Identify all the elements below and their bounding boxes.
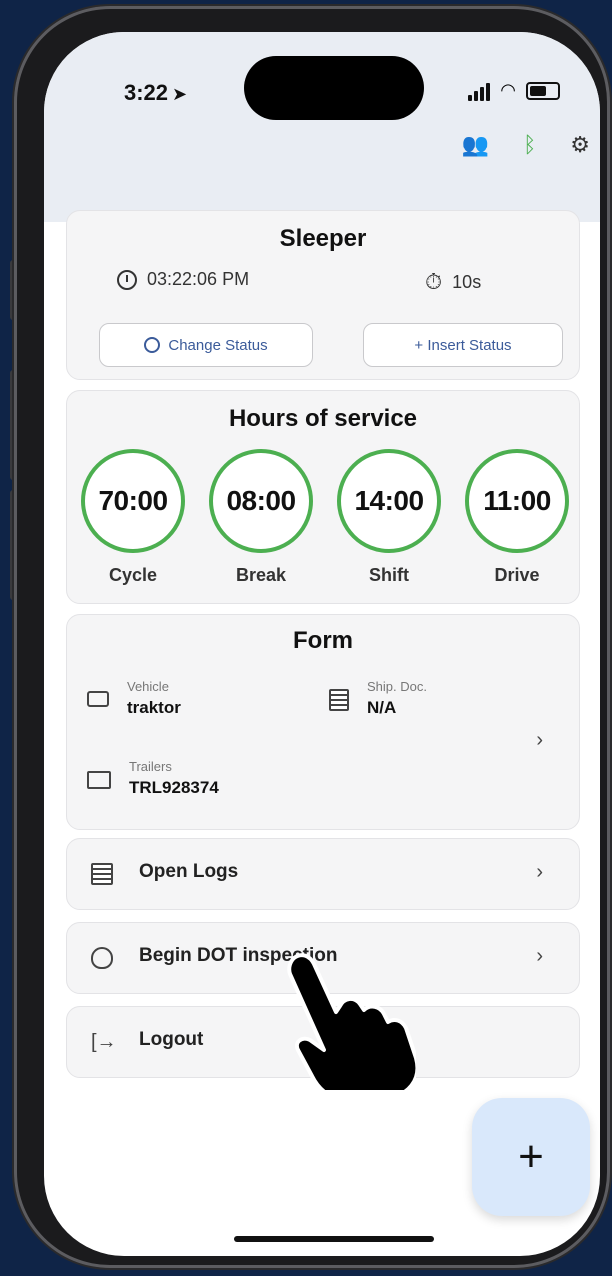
hos-drive-ring: 11:00 (465, 449, 569, 553)
vehicle-value: traktor (127, 698, 181, 717)
battery-icon (526, 81, 560, 100)
sleeper-title: Sleeper (279, 225, 367, 252)
chevron-right-icon: › (536, 729, 543, 751)
hos-drive-label: Drive (494, 565, 540, 585)
hos-title: Hours of service (228, 405, 418, 432)
gear-icon[interactable]: ⚙ (570, 132, 590, 158)
sleeper-card: Sleeper 03:22:06 PM ⏱ 10s Change Status … (66, 210, 580, 380)
hos-cycle-label: Cycle (108, 565, 158, 585)
form-card[interactable]: Form Vehicle traktor Ship. Doc. N/A Trai… (66, 614, 580, 830)
logout-label: Logout (139, 1029, 204, 1050)
truck-icon (87, 691, 109, 707)
stopwatch-icon: ⏱ (425, 269, 443, 294)
insert-status-label: + Insert Status (414, 336, 512, 354)
bluetooth-icon[interactable]: ᛒ (523, 132, 536, 158)
status-clock-time: 03:22:06 PM (147, 269, 250, 289)
status-timer: ⏱ 10s (425, 269, 481, 295)
home-indicator (234, 1236, 434, 1242)
vehicle-label: Vehicle (127, 679, 169, 694)
chevron-right-icon: › (536, 945, 543, 967)
location-arrow-icon: ➤ (172, 84, 188, 104)
signal-icon (468, 81, 491, 101)
ship-doc-label: Ship. Doc. (367, 679, 427, 694)
trailers-field: Trailers TRL928374 (87, 759, 219, 798)
vehicle-field: Vehicle traktor (87, 679, 181, 718)
hos-cycle-ring: 70:00 (81, 449, 185, 553)
hos-break: 08:00 Break (203, 449, 319, 586)
trailers-value: TRL928374 (129, 778, 219, 797)
hos-shift-label: Shift (369, 565, 409, 585)
hos-drive: 11:00 Drive (459, 449, 575, 586)
top-actions: 👥 ᛒ ⚙ (462, 132, 590, 158)
status-timer-value: 10s (452, 271, 482, 292)
change-status-label: Change Status (168, 336, 268, 354)
pointing-hand-icon (287, 953, 416, 1090)
chevron-right-icon: › (536, 861, 543, 883)
wifi-icon: ◠ (500, 80, 516, 100)
status-bar: 3:22 ➤ ◠ 👥 ᛒ ⚙ (44, 32, 600, 222)
trailer-icon (87, 771, 111, 789)
trailers-label: Trailers (129, 759, 172, 774)
add-fab-button[interactable]: + (472, 1098, 590, 1216)
open-logs-item[interactable]: Open Logs › (66, 838, 580, 910)
hos-break-label: Break (235, 565, 287, 585)
ship-doc-field: Ship. Doc. N/A (329, 679, 427, 718)
change-status-icon (144, 337, 161, 353)
hos-cycle: 70:00 Cycle (75, 449, 191, 586)
shield-icon (91, 947, 113, 969)
status-time: 3:22 ➤ (124, 80, 188, 105)
form-title: Form (293, 627, 353, 654)
change-status-button[interactable]: Change Status (99, 323, 313, 367)
open-logs-label: Open Logs (139, 861, 239, 882)
insert-status-button[interactable]: + Insert Status (363, 323, 563, 367)
hos-shift-ring: 14:00 (337, 449, 441, 553)
hos-shift: 14:00 Shift (331, 449, 447, 586)
hos-break-ring: 08:00 (209, 449, 313, 553)
status-clock: 03:22:06 PM (117, 269, 249, 290)
hours-of-service-card: Hours of service 70:00 Cycle 08:00 Break… (66, 390, 580, 604)
logs-icon (91, 863, 113, 885)
clock-icon (117, 269, 137, 290)
system-icons: ◠ (468, 80, 560, 101)
dynamic-island (244, 56, 424, 120)
logout-icon: [→ (91, 1031, 117, 1053)
users-icon[interactable]: 👥 (462, 132, 489, 158)
ship-doc-value: N/A (367, 698, 397, 717)
document-icon (329, 689, 349, 711)
